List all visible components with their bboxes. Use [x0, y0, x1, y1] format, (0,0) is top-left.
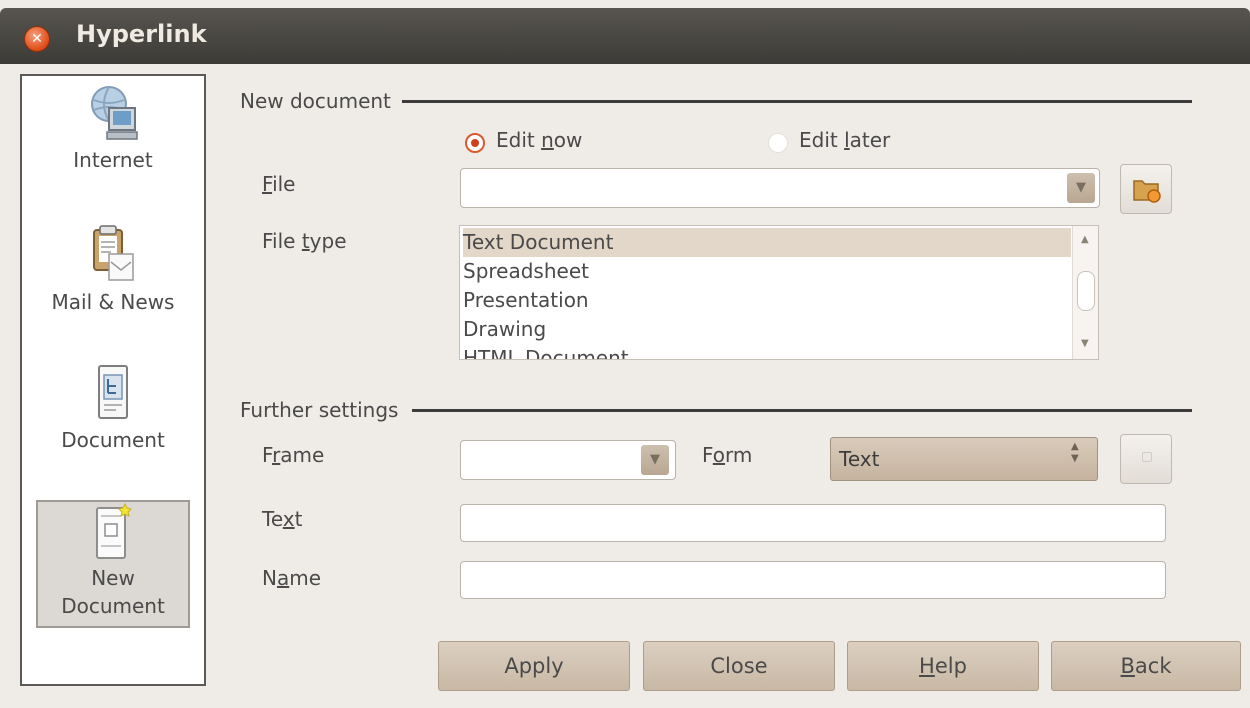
- folder-open-icon: [1133, 180, 1161, 203]
- spin-arrows-icon[interactable]: ▲ ▼: [1071, 441, 1079, 465]
- hyperlink-type-sidebar: Internet Mail & News Document New Docume…: [20, 74, 206, 686]
- edit-later-radio[interactable]: [768, 133, 788, 153]
- close-window-button[interactable]: ✕: [24, 26, 50, 52]
- sidebar-item-label: Document: [61, 428, 165, 452]
- sidebar-item-new-document[interactable]: New Document: [36, 500, 190, 628]
- new-document-icon: [96, 502, 132, 559]
- form-value: Text: [839, 447, 880, 471]
- events-icon: [1142, 452, 1152, 462]
- edit-later-label[interactable]: Edit later: [799, 128, 890, 152]
- window-title: Hyperlink: [76, 20, 207, 48]
- globe-computer-icon: [91, 86, 138, 140]
- scroll-thumb[interactable]: [1077, 271, 1095, 311]
- file-combobox[interactable]: ▼: [460, 168, 1100, 208]
- section-title-further-settings: Further settings: [240, 398, 399, 422]
- text-label: Text: [262, 507, 303, 531]
- list-item[interactable]: HTML Document: [463, 344, 1071, 359]
- name-label: Name: [262, 566, 322, 590]
- help-button[interactable]: Help: [847, 641, 1039, 691]
- document-icon: [98, 365, 128, 419]
- list-item[interactable]: Presentation: [463, 286, 1071, 315]
- chevron-down-icon[interactable]: ▼: [1067, 173, 1095, 203]
- sidebar-item-label-line1: New: [91, 566, 135, 590]
- edit-now-label[interactable]: Edit now: [496, 128, 582, 152]
- file-type-scrollbar[interactable]: ▲ ▼: [1072, 226, 1098, 359]
- scroll-up-icon[interactable]: ▲: [1081, 234, 1089, 245]
- sidebar-item-internet[interactable]: Internet: [24, 82, 202, 202]
- chevron-down-icon[interactable]: ▼: [641, 445, 669, 475]
- sidebar-item-label-line2: Document: [61, 594, 165, 618]
- events-button[interactable]: [1120, 434, 1172, 484]
- frame-combobox[interactable]: ▼: [460, 440, 676, 480]
- text-field[interactable]: [460, 504, 1166, 542]
- section-divider: [402, 100, 1192, 103]
- sidebar-item-mail-news[interactable]: Mail & News: [24, 224, 202, 344]
- frame-label: Frame: [262, 443, 325, 467]
- list-item[interactable]: Text Document: [463, 228, 1071, 257]
- back-button[interactable]: Back: [1051, 641, 1241, 691]
- scroll-down-icon[interactable]: ▼: [1081, 338, 1089, 349]
- file-type-list[interactable]: Text Document Spreadsheet Presentation D…: [459, 225, 1099, 360]
- sidebar-item-document[interactable]: Document: [24, 362, 202, 482]
- open-file-button[interactable]: [1120, 164, 1172, 214]
- close-button[interactable]: Close: [643, 641, 835, 691]
- list-item[interactable]: Spreadsheet: [463, 257, 1071, 286]
- form-select[interactable]: Text ▲ ▼: [830, 437, 1098, 481]
- apply-button[interactable]: Apply: [438, 641, 630, 691]
- list-item[interactable]: Drawing: [463, 315, 1071, 344]
- sidebar-item-label: Internet: [73, 148, 153, 172]
- file-label: File: [262, 172, 296, 196]
- clipboard-mail-icon: [93, 225, 134, 281]
- section-divider: [412, 409, 1192, 412]
- form-label: Form: [702, 443, 753, 467]
- name-field[interactable]: [460, 561, 1166, 599]
- file-type-label: File type: [262, 229, 347, 253]
- sidebar-item-label: Mail & News: [51, 290, 175, 314]
- section-title-new-document: New document: [240, 89, 391, 113]
- edit-now-radio[interactable]: [465, 133, 485, 153]
